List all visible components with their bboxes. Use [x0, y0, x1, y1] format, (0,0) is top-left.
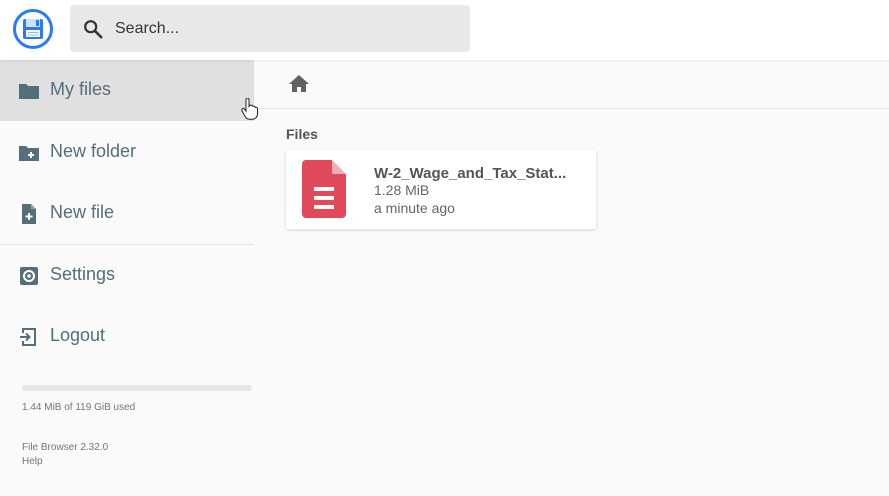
home-icon[interactable]: [287, 72, 311, 96]
section-title: Files: [286, 126, 318, 142]
sidebar-item-settings[interactable]: Settings: [0, 245, 254, 306]
app-header: [0, 0, 889, 60]
sidebar-item-label: My files: [50, 79, 112, 99]
logo-floppy-icon[interactable]: [13, 9, 53, 49]
hand-cursor-icon: [241, 98, 258, 120]
sidebar-item-label: Settings: [50, 264, 116, 284]
file-size: 1.28 MiB: [374, 182, 430, 198]
sidebar: My files New folder New file Settings Lo…: [0, 60, 254, 496]
folder-plus-icon: [19, 146, 39, 161]
file-item[interactable]: W-2_Wage_and_Tax_Stat... 1.28 MiB a minu…: [286, 150, 596, 229]
file-plus-icon: [22, 204, 36, 224]
search-input[interactable]: [113, 15, 457, 43]
sidebar-item-label: New folder: [50, 141, 137, 161]
logout-icon: [20, 328, 36, 346]
help-link-text[interactable]: Help: [22, 456, 43, 467]
version-text: File Browser 2.32.0: [22, 442, 109, 453]
sidebar-item-new-file[interactable]: New file: [0, 183, 254, 244]
sidebar-item-logout[interactable]: Logout: [0, 306, 254, 367]
folder-icon: [19, 84, 39, 99]
sidebar-item-label: Logout: [50, 325, 106, 345]
sidebar-item-my-files[interactable]: My files: [0, 60, 254, 121]
main-content: Files W-2_Wage_and_Tax_Stat... 1.28 MiB …: [255, 60, 889, 496]
gear-icon: [20, 267, 38, 285]
breadcrumb: [255, 60, 889, 109]
sidebar-item-label: New file: [50, 202, 115, 222]
sidebar-item-new-folder[interactable]: New folder: [0, 122, 254, 183]
help-link[interactable]: Help: [22, 456, 43, 467]
search-box[interactable]: [70, 5, 470, 52]
document-icon: [302, 160, 346, 218]
search-icon: [84, 20, 103, 39]
storage-usage-bar: [22, 385, 252, 391]
storage-usage-text: 1.44 MiB of 119 GiB used: [22, 402, 136, 413]
file-modified: a minute ago: [374, 200, 455, 216]
file-name: W-2_Wage_and_Tax_Stat...: [374, 165, 567, 182]
